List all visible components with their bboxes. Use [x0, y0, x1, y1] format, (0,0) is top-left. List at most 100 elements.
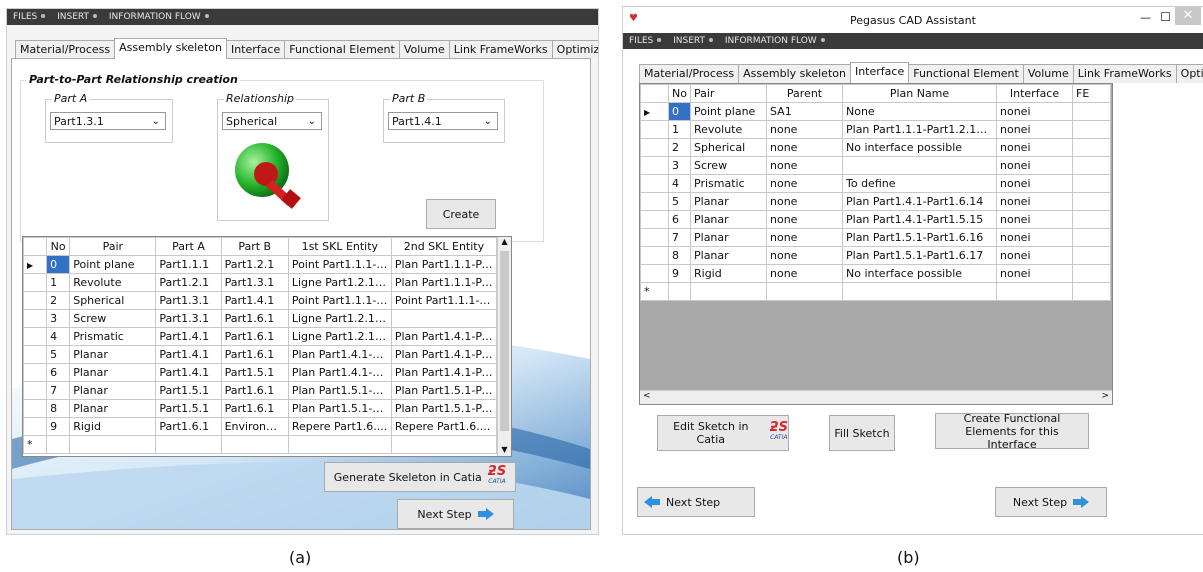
cell-pair[interactable]: Planar — [690, 246, 767, 265]
row-header[interactable] — [640, 174, 669, 193]
cell-skl-entity-1[interactable]: Plan Part1.5.1-Pa... — [287, 381, 392, 400]
cell-pair[interactable]: Point plane — [690, 102, 767, 121]
cell-skl-entity-1[interactable]: Point Part1.1.1-P... — [287, 255, 392, 274]
part-b-select[interactable]: Part1.4.1 ⌄ — [388, 112, 498, 130]
cell-pair[interactable]: Planar — [69, 363, 157, 382]
col-no[interactable]: No — [668, 84, 691, 103]
cell-no[interactable]: 3 — [46, 309, 71, 328]
row-header[interactable] — [23, 291, 48, 310]
table-row[interactable]: 9 Rigid none No interface possible nonei — [640, 264, 1111, 283]
cell-part-b[interactable]: Part1.6.1 — [220, 309, 289, 328]
vertical-scrollbar[interactable]: ▲ ▼ — [497, 237, 511, 456]
tab-functional-element[interactable]: Functional Element — [908, 64, 1024, 83]
table-row[interactable]: 8 Planar none Plan Part1.5.1-Part1.6.17 none… — [640, 246, 1111, 265]
row-header[interactable] — [640, 228, 669, 247]
cell-parent[interactable]: SA1 — [766, 102, 843, 121]
cell-interface[interactable]: nonei — [996, 228, 1073, 247]
table-row[interactable]: 3 Screw Part1.3.1 Part1.6.1 Ligne Part1.2.1-… — [23, 309, 498, 328]
table-row[interactable]: ▶ 0 Point plane Part1.1.1 Part1.2.1 Point Par… — [23, 255, 498, 274]
cell-no[interactable]: 0 — [46, 255, 71, 274]
cell-no[interactable]: 5 — [668, 192, 691, 211]
cell-parent[interactable]: none — [766, 192, 843, 211]
cell-pair[interactable]: Screw — [690, 156, 767, 175]
cell-plan-name[interactable]: Plan Part1.4.1-Part1.5.15 — [842, 210, 997, 229]
cell-skl-entity-1[interactable]: Plan Part1.4.1-Pa... — [287, 345, 392, 364]
row-header[interactable] — [640, 264, 669, 283]
cell-plan-name[interactable]: None — [842, 102, 997, 121]
row-header[interactable] — [23, 399, 48, 418]
col-fe[interactable]: FE — [1072, 84, 1111, 103]
cell-no[interactable]: 4 — [46, 327, 71, 346]
table-row[interactable]: 5 Planar Part1.4.1 Part1.6.1 Plan Part1.4.1-… — [23, 345, 498, 364]
cell-plan-name[interactable]: No interface possible — [842, 138, 997, 157]
cell-part-b[interactable]: Part1.6.1 — [220, 327, 289, 346]
cell-part-b[interactable]: Part1.4.1 — [220, 291, 289, 310]
close-icon[interactable]: ✕ — [1175, 7, 1201, 25]
cell-part-b[interactable]: Part1.6.1 — [220, 381, 289, 400]
cell-plan-name[interactable]: Plan Part1.4.1-Part1.6.14 — [842, 192, 997, 211]
cell-empty[interactable] — [390, 435, 498, 454]
cell-interface[interactable]: nonei — [996, 192, 1073, 211]
table-row[interactable]: 7 Planar Part1.5.1 Part1.6.1 Plan Part1.5.1-… — [23, 381, 498, 400]
cell-parent[interactable]: none — [766, 246, 843, 265]
cell-fe[interactable] — [1072, 138, 1111, 157]
scroll-right-icon[interactable]: > — [1101, 391, 1109, 401]
cell-pair[interactable]: Screw — [69, 309, 157, 328]
cell-plan-name[interactable] — [842, 156, 997, 175]
row-header[interactable] — [23, 273, 48, 292]
cell-no[interactable]: 2 — [46, 291, 71, 310]
cell-part-a[interactable]: Part1.6.1 — [155, 417, 222, 436]
tab-functional-element[interactable]: Functional Element — [284, 40, 400, 59]
col-interface[interactable]: Interface — [996, 84, 1073, 103]
minimize-icon[interactable]: — — [1140, 11, 1151, 24]
tab-interface[interactable]: Interface — [849, 62, 910, 83]
cell-no[interactable]: 7 — [668, 228, 691, 247]
cell-part-a[interactable]: Part1.5.1 — [155, 399, 222, 418]
row-header[interactable] — [640, 246, 669, 265]
cell-no[interactable]: 0 — [668, 102, 691, 121]
cell-pair[interactable]: Planar — [690, 228, 767, 247]
create-button[interactable]: Create — [426, 199, 496, 229]
previous-step-button[interactable]: Next Step — [637, 487, 755, 517]
generate-skeleton-button[interactable]: Generate Skeleton in Catia ƻS CATIA — [324, 462, 516, 492]
cell-skl-entity-1[interactable]: Ligne Part1.2.1-P... — [287, 309, 392, 328]
cell-fe[interactable] — [1072, 156, 1111, 175]
table-row[interactable]: ▶ 0 Point plane SA1 None nonei — [640, 102, 1111, 121]
cell-part-b[interactable]: Environm... — [220, 417, 289, 436]
horizontal-scrollbar[interactable]: < > — [640, 390, 1112, 404]
cell-pair[interactable]: Planar — [69, 399, 157, 418]
cell-empty[interactable] — [220, 435, 289, 454]
tab-volume[interactable]: Volume — [398, 40, 450, 59]
cell-part-b[interactable]: Part1.2.1 — [220, 255, 289, 274]
cell-part-b[interactable]: Part1.6.1 — [220, 399, 289, 418]
cell-pair[interactable]: Spherical — [690, 138, 767, 157]
cell-part-a[interactable]: Part1.5.1 — [155, 381, 222, 400]
cell-interface[interactable]: nonei — [996, 264, 1073, 283]
cell-skl-entity-2[interactable]: Plan Part1.4.1-Pa... — [390, 327, 498, 346]
cell-no[interactable]: 7 — [46, 381, 71, 400]
cell-pair[interactable]: Revolute — [690, 120, 767, 139]
cell-skl-entity-2[interactable]: Plan Part1.1.1-Pa... — [390, 273, 498, 292]
col-pair[interactable]: Pair — [690, 84, 767, 103]
tab-assembly-skeleton[interactable]: Assembly skeleton — [738, 64, 851, 83]
part-a-select[interactable]: Part1.3.1 ⌄ — [50, 112, 166, 130]
relationship-grid[interactable]: No Pair Part A Part B 1st SKL Entity 2nd… — [22, 236, 512, 457]
new-row[interactable]: * — [23, 435, 498, 454]
cell-interface[interactable]: nonei — [996, 138, 1073, 157]
cell-fe[interactable] — [1072, 102, 1111, 121]
cell-skl-entity-2[interactable]: Plan Part1.4.1-Pa... — [390, 363, 498, 382]
table-row[interactable]: 5 Planar none Plan Part1.4.1-Part1.6.14 none… — [640, 192, 1111, 211]
menu-information-flow[interactable]: INFORMATION FLOW — [109, 12, 201, 22]
scroll-down-icon[interactable]: ▼ — [498, 445, 511, 454]
cell-pair[interactable]: Planar — [690, 210, 767, 229]
table-row[interactable]: 2 Spherical Part1.3.1 Part1.4.1 Point Part1.… — [23, 291, 498, 310]
cell-part-a[interactable]: Part1.3.1 — [155, 291, 222, 310]
table-row[interactable]: 4 Prismatic Part1.4.1 Part1.6.1 Ligne Part1.… — [23, 327, 498, 346]
tab-material-process[interactable]: Material/Process — [639, 64, 740, 83]
cell-no[interactable]: 6 — [46, 363, 71, 382]
menu-insert[interactable]: INSERT — [673, 36, 705, 46]
cell-skl-entity-2[interactable]: Plan Part1.5.1-Pa... — [390, 399, 498, 418]
cell-no[interactable]: 9 — [668, 264, 691, 283]
cell-plan-name[interactable]: Plan Part1.1.1-Part1.2.11-Part1.... — [842, 120, 997, 139]
cell-fe[interactable] — [1072, 246, 1111, 265]
